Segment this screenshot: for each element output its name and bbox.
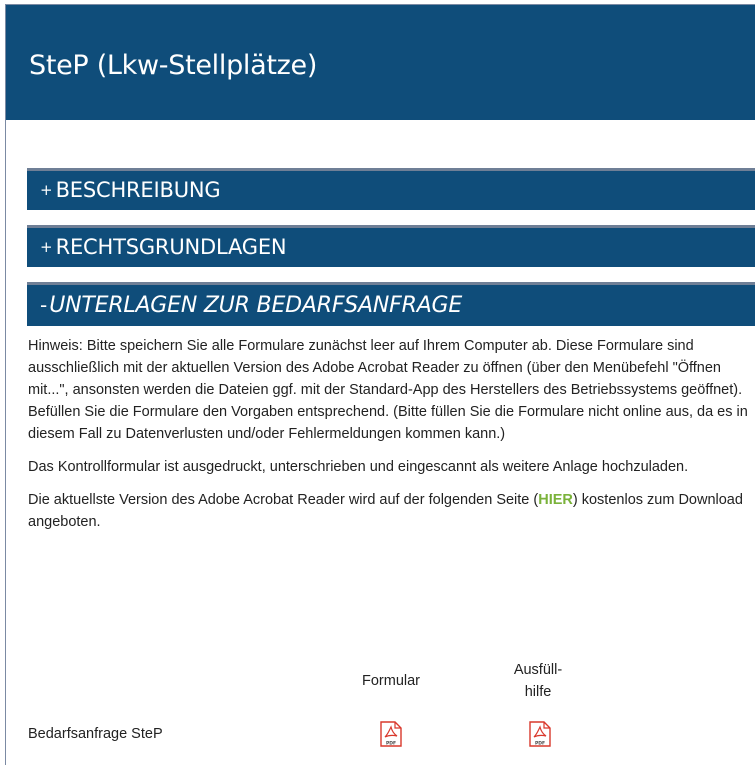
download-paragraph: Die aktuellste Version des Adobe Acrobat… bbox=[28, 489, 748, 533]
accordion-unterlagen[interactable]: -UNTERLAGEN ZUR BEDARFSANFRAGE bbox=[27, 282, 755, 326]
collapse-sign: - bbox=[40, 293, 48, 317]
accordion-label: UNTERLAGEN ZUR BEDARFSANFRAGE bbox=[49, 293, 463, 318]
pdf-icon[interactable]: PDF bbox=[529, 721, 551, 747]
accordion-rechtsgrundlagen[interactable]: + RECHTSGRUNDLAGEN bbox=[27, 225, 755, 267]
expand-sign: + bbox=[40, 238, 53, 256]
download-text: Die aktuellste Version des Adobe Acrobat… bbox=[28, 492, 539, 508]
expand-sign: + bbox=[40, 181, 53, 199]
column-header-ausfuellhilfe: Ausfüll- hilfe bbox=[498, 659, 578, 703]
accordion-beschreibung[interactable]: + BESCHREIBUNG bbox=[27, 168, 755, 210]
hint-paragraph: Hinweis: Bitte speichern Sie alle Formul… bbox=[28, 338, 748, 442]
accordion-label: BESCHREIBUNG bbox=[55, 178, 221, 202]
svg-text:PDF: PDF bbox=[535, 740, 545, 746]
column-header-formular: Formular bbox=[361, 673, 420, 689]
page-frame: SteP (Lkw-Stellplätze) + BESCHREIBUNG + RE… bbox=[5, 4, 755, 765]
column-header-line-2: hilfe bbox=[524, 684, 552, 700]
page-title: SteP (Lkw-Stellplätze) bbox=[29, 50, 318, 81]
control-paragraph: Das Kontrollformular ist ausgedruckt, un… bbox=[28, 459, 689, 475]
accordion-content: Hinweis: Bitte speichern Sie alle Formul… bbox=[28, 335, 748, 544]
row-label-bedarfsanfrage: Bedarfsanfrage SteP bbox=[28, 726, 163, 742]
pdf-icon[interactable]: PDF bbox=[380, 721, 402, 747]
column-header-line-1: Ausfüll- bbox=[513, 662, 563, 678]
svg-text:PDF: PDF bbox=[386, 740, 396, 746]
page-header: SteP (Lkw-Stellplätze) bbox=[6, 5, 755, 120]
accordion-label: RECHTSGRUNDLAGEN bbox=[55, 235, 287, 259]
hier-link[interactable]: HIER bbox=[538, 492, 573, 508]
